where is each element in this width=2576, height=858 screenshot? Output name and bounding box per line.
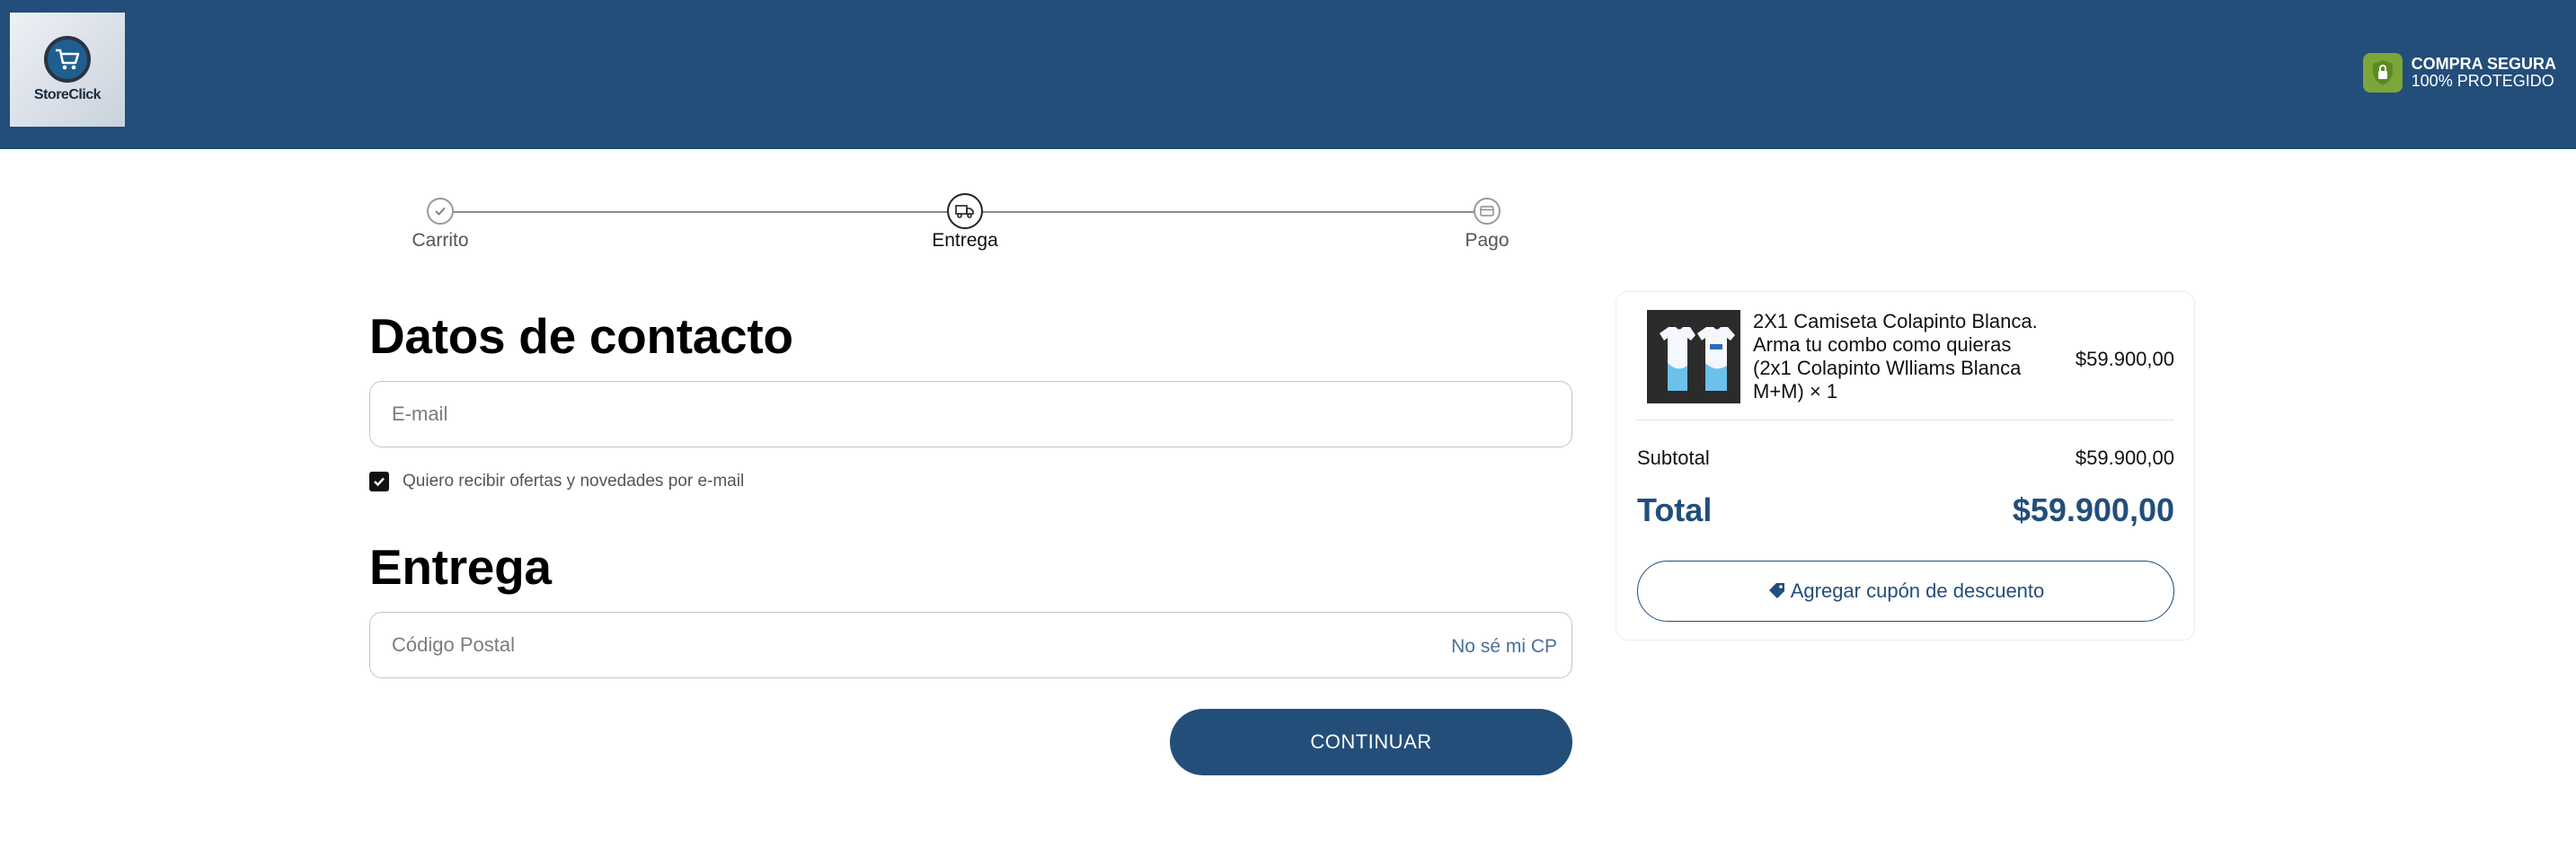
newsletter-label[interactable]: Quiero recibir ofertas y novedades por e… bbox=[403, 472, 744, 491]
cart-icon bbox=[44, 36, 91, 83]
card-icon bbox=[1474, 198, 1500, 225]
contact-title: Datos de contacto bbox=[369, 308, 793, 364]
step-label: Pago bbox=[1465, 230, 1509, 251]
check-icon bbox=[427, 198, 454, 225]
total-row: Total $59.900,00 bbox=[1637, 491, 2174, 529]
tag-icon bbox=[1767, 582, 1785, 600]
top-bar: StoreClick COMPRA SEGURA 100% PROTEGIDO bbox=[0, 0, 2576, 149]
postal-code-field-wrapper: No sé mi CP bbox=[369, 612, 1572, 678]
delivery-title: Entrega bbox=[369, 539, 552, 595]
step-carrito[interactable]: Carrito bbox=[412, 198, 469, 252]
order-summary: 2X1 Camiseta Colapinto Blanca. Arma tu c… bbox=[1616, 291, 2195, 641]
total-value: $59.900,00 bbox=[2012, 491, 2174, 528]
store-logo[interactable]: StoreClick bbox=[10, 13, 125, 127]
total-label: Total bbox=[1637, 491, 1713, 528]
step-pago: Pago bbox=[1465, 198, 1509, 252]
email-field-wrapper bbox=[369, 381, 1572, 447]
truck-icon bbox=[947, 193, 983, 229]
subtotal-value: $59.900,00 bbox=[2075, 447, 2174, 469]
secure-purchase-badge: COMPRA SEGURA 100% PROTEGIDO bbox=[2362, 53, 2556, 93]
email-input[interactable] bbox=[370, 382, 1571, 447]
checkout-steps: Carrito Entrega Pago bbox=[412, 193, 1509, 262]
item-name: 2X1 Camiseta Colapinto Blanca. Arma tu c… bbox=[1753, 310, 2038, 402]
subtotal-label: Subtotal bbox=[1637, 447, 1710, 469]
logo-text: StoreClick bbox=[33, 87, 102, 102]
cart-item: 2X1 Camiseta Colapinto Blanca. Arma tu c… bbox=[1647, 310, 2174, 409]
newsletter-row: Quiero recibir ofertas y novedades por e… bbox=[369, 472, 1572, 491]
secure-title: COMPRA SEGURA bbox=[2411, 55, 2556, 73]
item-price: $59.900,00 bbox=[2075, 348, 2174, 370]
subtotal-row: Subtotal $59.900,00 bbox=[1637, 447, 2174, 470]
add-coupon-label: Agregar cupón de descuento bbox=[1790, 579, 2045, 602]
step-label: Entrega bbox=[932, 230, 998, 251]
checkout-form: Datos de contacto Quiero recibir ofertas… bbox=[369, 302, 1572, 775]
shield-lock-icon bbox=[2362, 53, 2403, 93]
postal-code-input[interactable] bbox=[370, 613, 1571, 677]
secure-subtitle: 100% PROTEGIDO bbox=[2411, 72, 2554, 90]
step-entrega: Entrega bbox=[932, 193, 998, 252]
step-label: Carrito bbox=[412, 230, 469, 251]
continue-button[interactable]: CONTINUAR bbox=[1170, 709, 1572, 775]
add-coupon-button[interactable]: Agregar cupón de descuento bbox=[1637, 561, 2174, 622]
unknown-postal-code-link[interactable]: No sé mi CP bbox=[1451, 636, 1557, 658]
product-thumbnail bbox=[1647, 310, 1740, 403]
newsletter-checkbox[interactable] bbox=[369, 472, 389, 491]
